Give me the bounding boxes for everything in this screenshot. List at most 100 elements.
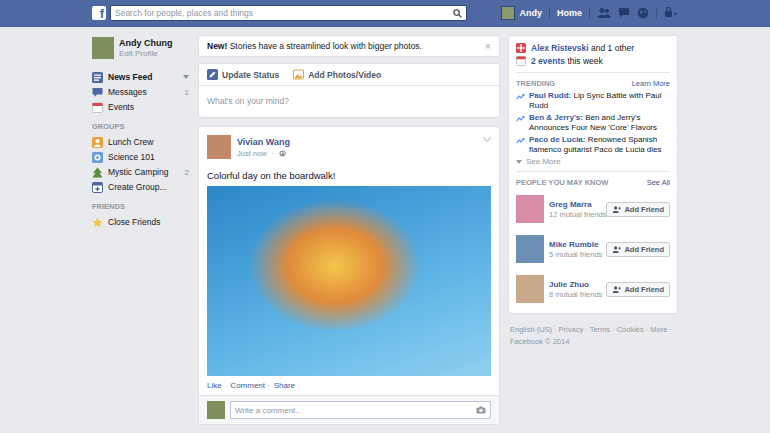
trending-arrow-icon (516, 137, 525, 144)
sidebar-item[interactable]: Lunch Crew (92, 135, 193, 149)
post-options-caret-icon[interactable] (483, 137, 491, 142)
facebook-logo[interactable]: f (92, 6, 106, 20)
add-friend-icon (612, 286, 621, 293)
create-group-icon (92, 182, 103, 193)
group-icon (92, 152, 103, 163)
composer: Update Status Add Photos/Video What's on y… (198, 63, 500, 118)
calendar-icon (516, 56, 526, 66)
profile-link[interactable]: Andy (501, 6, 542, 20)
messages-icon (92, 87, 103, 98)
section-title: FRIENDS (92, 202, 193, 211)
sidebar-item[interactable]: Close Friends (92, 215, 193, 229)
section-title: GROUPS (92, 122, 193, 131)
options-caret-icon[interactable] (183, 75, 189, 79)
trending-item[interactable]: Ben & Jerry's: Ben and Jerry's Announces… (516, 113, 670, 133)
nav-list: News FeedMessages1Events (92, 70, 193, 114)
add-friend-button[interactable]: Add Friend (606, 282, 670, 297)
author-name[interactable]: Vivian Wang (237, 137, 290, 147)
search-field[interactable]: Search for people, places and things (110, 5, 467, 21)
footer-link[interactable]: More (650, 325, 667, 334)
group-icon (92, 167, 103, 178)
star-icon (92, 217, 103, 228)
composer-tab[interactable]: Update Status (207, 69, 279, 80)
person-name[interactable]: Julie Zhuo (549, 280, 601, 289)
event-item[interactable]: Alex Ristevski and 1 other (516, 41, 670, 54)
camera-icon[interactable] (476, 406, 486, 414)
magnifier-icon[interactable] (453, 9, 462, 18)
mutual-friends[interactable]: 12 mutual friends (549, 210, 601, 219)
person-avatar[interactable] (516, 235, 544, 263)
notifications-globe-icon[interactable] (637, 7, 649, 19)
person-avatar[interactable] (516, 195, 544, 223)
sidebar-item[interactable]: Create Group... (92, 180, 193, 194)
sidebar-section: GROUPS Lunch CrewScience 101Mystic Campin… (92, 122, 193, 194)
person-name[interactable]: Mike Rumble (549, 240, 601, 249)
composer-tab[interactable]: Add Photos/Video (293, 69, 381, 80)
post-action[interactable]: Like (207, 381, 222, 390)
birthday-gift-icon (516, 43, 526, 53)
add-friend-icon (612, 246, 621, 253)
expand-caret-icon (516, 160, 522, 164)
nav-item[interactable]: Messages1 (92, 85, 193, 99)
post-photo[interactable] (207, 186, 491, 376)
post-card: Vivian Wang Just now· Colorful day on the … (198, 126, 500, 425)
add-friend-button[interactable]: Add Friend (606, 202, 670, 217)
edit-profile-link[interactable]: Edit Profile (119, 49, 173, 58)
events-list: Alex Ristevski and 1 other2 events this … (516, 41, 670, 67)
comment-bar: Write a comment... (199, 395, 499, 424)
post-action[interactable]: Comment (230, 381, 265, 390)
footer-link[interactable]: Cookies (617, 325, 644, 334)
facebook-page: f Search for people, places and things And… (0, 0, 770, 433)
status-input[interactable]: What's on your mind? (199, 86, 499, 117)
friend-requests-icon[interactable] (597, 7, 611, 19)
unread-count: 1 (185, 88, 193, 97)
copyright: Facebook © 2014 (510, 337, 676, 346)
user-avatar[interactable] (207, 401, 225, 419)
add-friend-button[interactable]: Add Friend (606, 242, 670, 257)
group-icon (92, 137, 103, 148)
nav-item[interactable]: Events (92, 100, 193, 114)
add-friend-icon (612, 206, 621, 213)
trending-item[interactable]: Paul Rudd: Lip Sync Battle with Paul Rud… (516, 91, 670, 111)
sidebar-item[interactable]: Mystic Camping2 (92, 165, 193, 179)
person-suggestion: Julie Zhuo8 mutual friends Add Friend (516, 271, 670, 307)
sidebar-item[interactable]: Science 101 (92, 150, 193, 164)
comment-input[interactable]: Write a comment... (230, 401, 491, 419)
post-action[interactable]: Share (274, 381, 295, 390)
close-button[interactable]: × (485, 41, 491, 51)
notice-banner: New! Stories have a streamlined look wit… (198, 35, 500, 57)
event-item[interactable]: 2 events this week (516, 54, 670, 67)
see-more-link[interactable]: See More (516, 157, 670, 166)
person-name[interactable]: Greg Marra (549, 200, 601, 209)
left-sidebar: Andy ChungEdit Profile News FeedMessages1… (90, 35, 195, 230)
post-time[interactable]: Just now· (237, 149, 290, 158)
author-avatar[interactable] (207, 135, 231, 159)
post-actions: Like·Comment·Share (207, 376, 491, 395)
unread-count: 2 (185, 168, 193, 177)
profile-avatar[interactable] (92, 37, 114, 59)
nav-item[interactable]: News Feed (92, 70, 193, 84)
see-all-link[interactable]: See All (647, 178, 670, 187)
learn-more-link[interactable]: Learn More (632, 79, 670, 88)
photo-icon (293, 69, 304, 80)
person-avatar[interactable] (516, 275, 544, 303)
trending-arrow-icon (516, 115, 525, 122)
footer: English (US)·Privacy·Terms·Cookies·More·… (508, 325, 678, 346)
top-bar: f Search for people, places and things And… (0, 0, 770, 27)
footer-link[interactable]: English (US) (510, 325, 552, 334)
trending-item[interactable]: Paco de Lucia: Renowned Spanish flamenco… (516, 135, 670, 155)
profile-block: Andy ChungEdit Profile (92, 37, 193, 59)
post-text: Colorful day on the boardwalk! (207, 170, 491, 182)
profile-name[interactable]: Andy Chung (119, 38, 173, 48)
home-link[interactable]: Home (557, 8, 582, 18)
settings-icon[interactable] (664, 7, 678, 19)
mutual-friends[interactable]: 5 mutual friends (549, 250, 601, 259)
footer-link[interactable]: Terms (590, 325, 610, 334)
user-avatar[interactable] (501, 6, 515, 20)
mutual-friends[interactable]: 8 mutual friends (549, 290, 601, 299)
messages-icon[interactable] (618, 7, 630, 19)
people-title: PEOPLE YOU MAY KNOW (516, 178, 608, 187)
person-suggestion: Greg Marra12 mutual friends Add Friend (516, 191, 670, 227)
trending-arrow-icon (516, 93, 525, 100)
footer-link[interactable]: Privacy (559, 325, 584, 334)
